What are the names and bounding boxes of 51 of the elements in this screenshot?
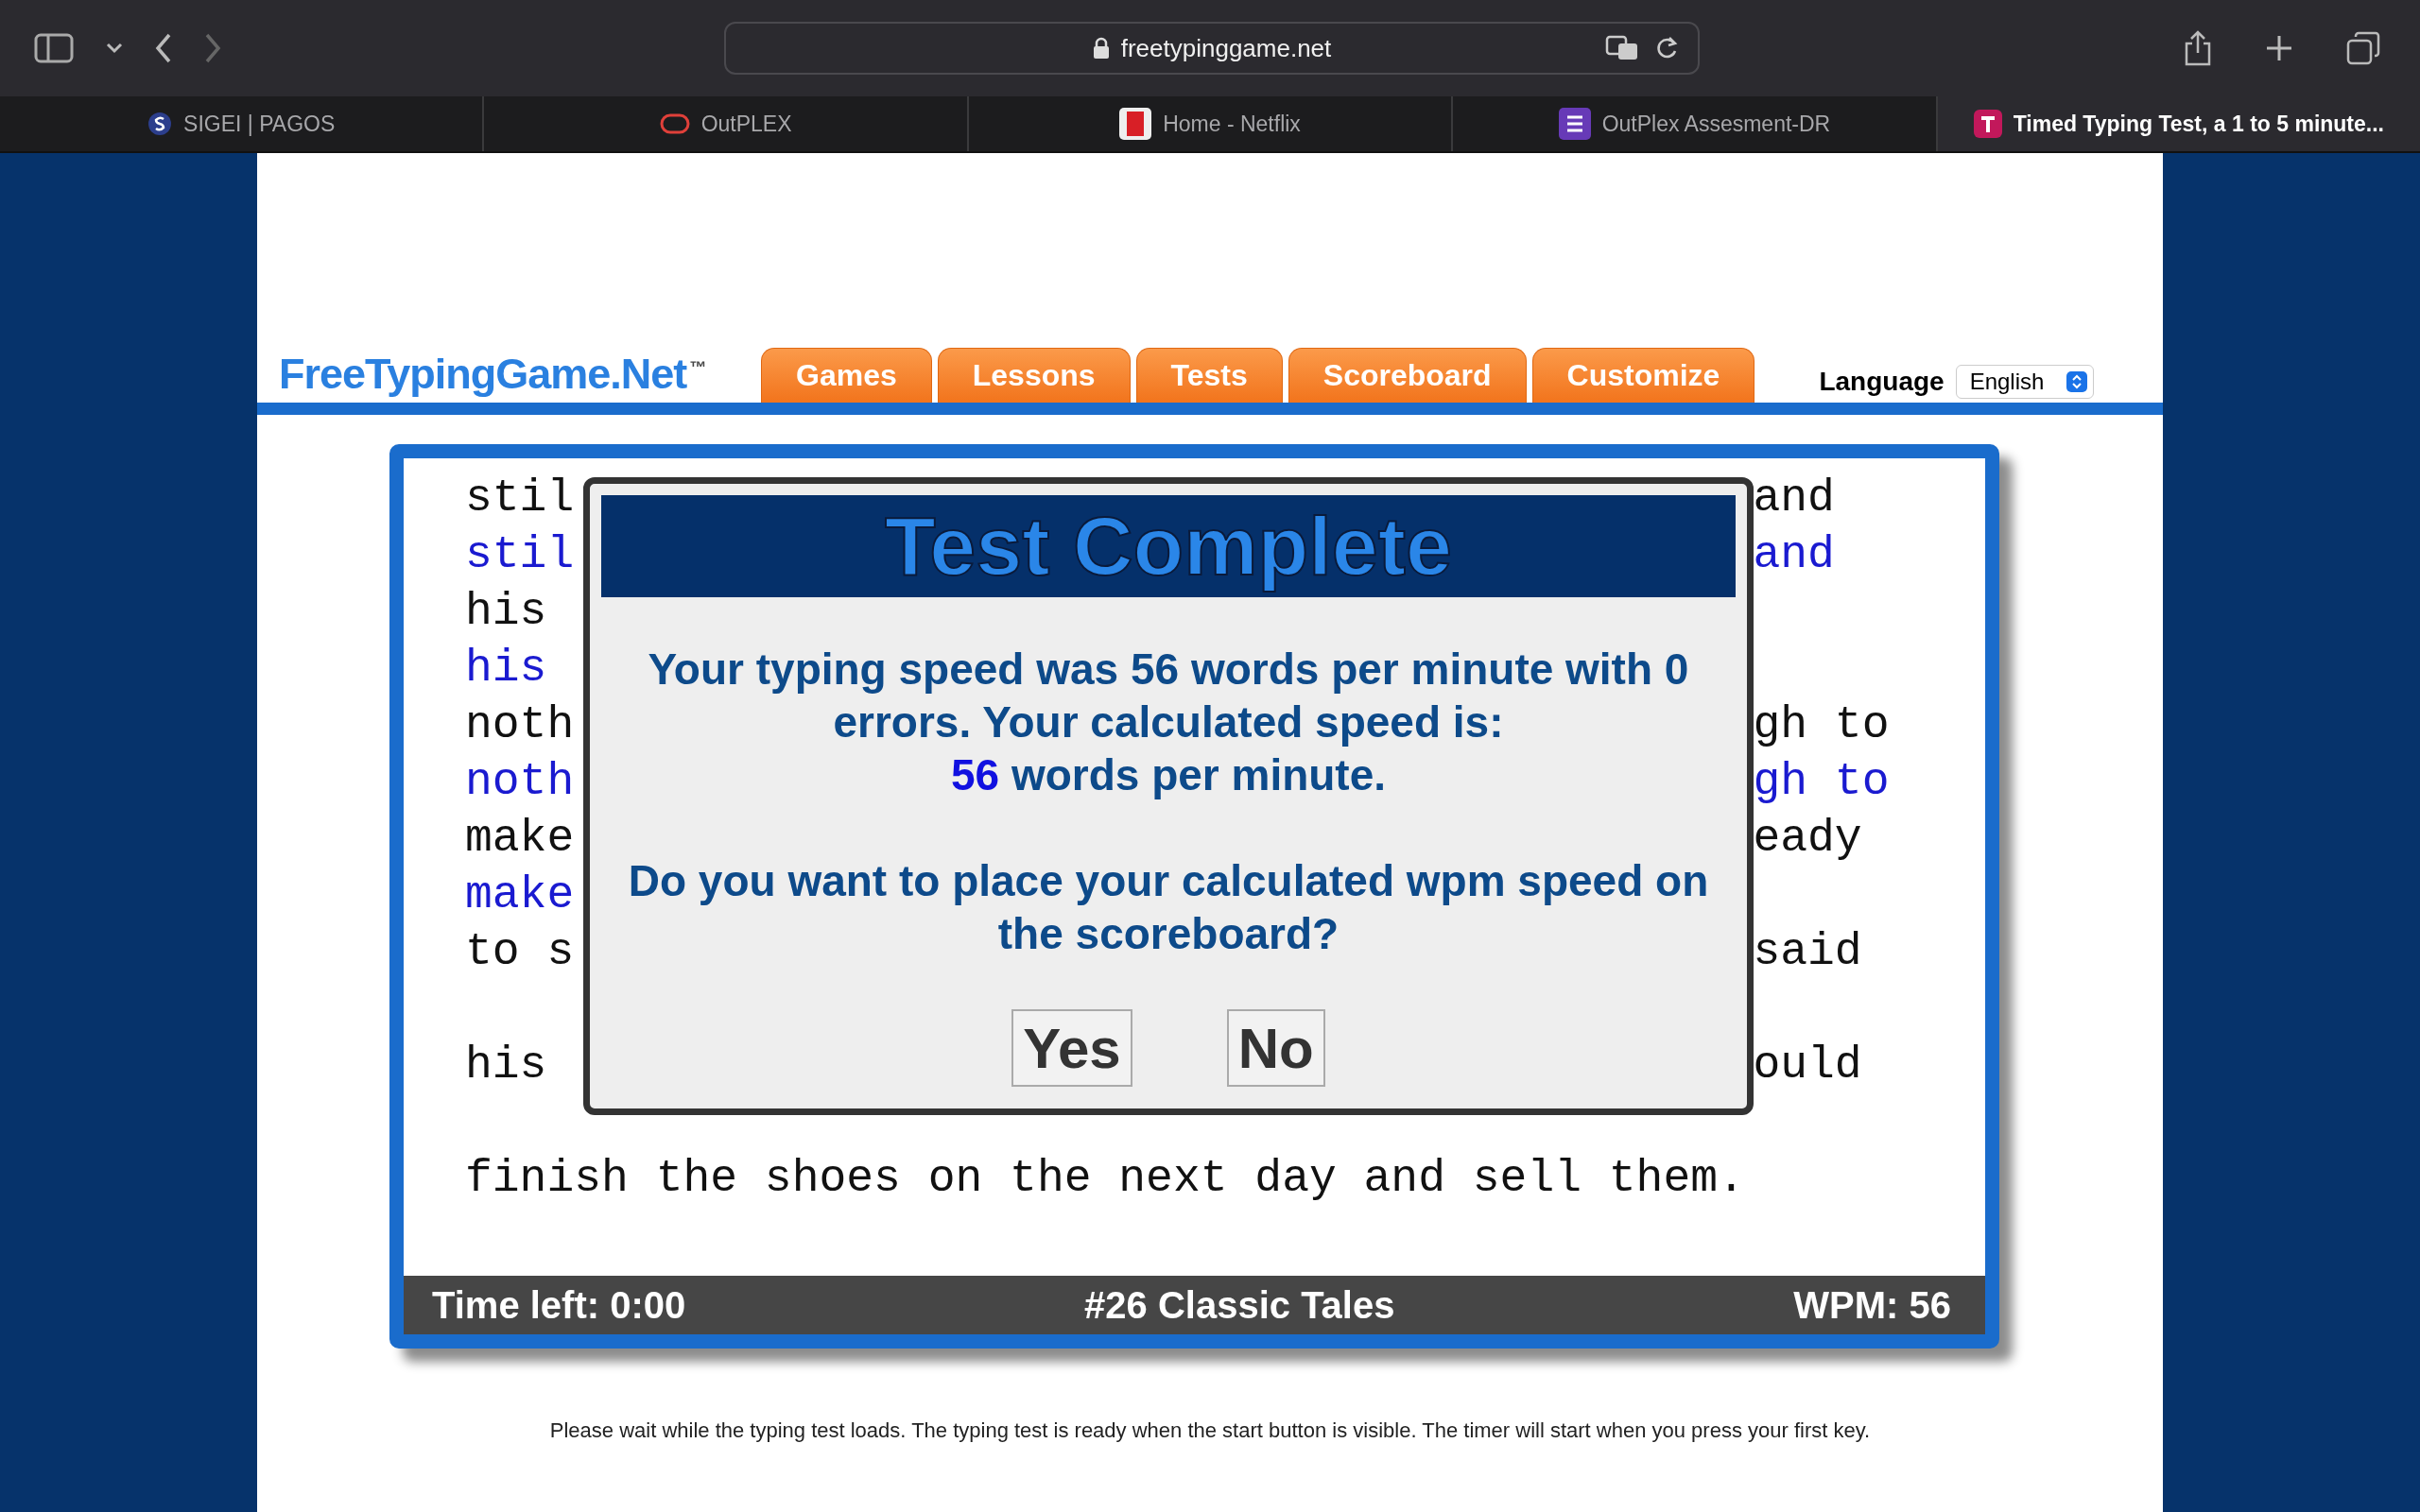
source-text: stil [465, 472, 575, 525]
browser-tab[interactable]: OutPlex Assesment-DR [1453, 96, 1938, 151]
loading-note: Please wait while the typing test loads. The typing test is ready when the start button is visible. The timer will start when you press your first key. [548, 1418, 1872, 1443]
calculated-speed: 56 words per minute. [949, 749, 1388, 801]
favicon-icon [1119, 108, 1152, 140]
time-left: Time left: 0:00 [432, 1283, 686, 1327]
tabs-overview-icon[interactable] [2346, 31, 2380, 65]
favicon-icon [147, 112, 173, 136]
source-text: finish the shoes on the next day and sell them. [465, 1152, 1745, 1206]
browser-tab[interactable]: SIGEI | PAGOS [0, 96, 485, 151]
source-text: his [465, 1039, 547, 1092]
source-text: eady [1753, 812, 1862, 866]
address-bar[interactable]: freetypinggame.net [724, 22, 1700, 75]
language-select[interactable]: English [1955, 365, 2095, 399]
result-message: Your typing speed was 56 words per minute with 0 errors. Your calculated speed is: [647, 644, 1690, 748]
wpm-reading: WPM: 56 [1793, 1283, 1951, 1327]
scoreboard-question: Do you want to place your calculated wpm speed on the scoreboard? [627, 855, 1710, 960]
share-icon[interactable] [2184, 30, 2212, 66]
no-button[interactable]: No [1226, 1009, 1325, 1087]
typed-text: make [465, 868, 575, 922]
browser-tab[interactable]: Home - Netflix [968, 96, 1454, 151]
source-text: to s [465, 925, 575, 979]
forward-icon[interactable] [204, 33, 221, 63]
source-text: make [465, 812, 575, 866]
updown-icon [2066, 371, 2088, 392]
site-logo[interactable]: FreeTypingGame.Net$^{™}$ [279, 350, 761, 399]
favicon-icon [659, 113, 690, 134]
chevron-down-icon[interactable] [106, 43, 123, 54]
dialog-title: Test Complete [884, 498, 1453, 595]
favicon-icon [1558, 108, 1591, 140]
source-text: noth [465, 698, 575, 752]
back-icon[interactable] [155, 33, 172, 63]
typed-text: gh to [1753, 755, 1890, 809]
language-label: Language [1819, 367, 1945, 397]
typed-text: stil [465, 528, 575, 582]
yes-button[interactable]: Yes [1011, 1009, 1132, 1087]
source-text: his [465, 585, 547, 639]
test-name: #26 Classic Tales [1084, 1283, 1395, 1327]
typed-text: his [465, 642, 547, 696]
source-text: ould [1753, 1039, 1862, 1092]
browser-tab[interactable]: Timed Typing Test, a 1 to 5 minute... [1937, 96, 2420, 151]
typed-text: and [1753, 528, 1835, 582]
browser-tab[interactable]: OutPLEX [484, 96, 969, 151]
source-text: and [1753, 472, 1835, 525]
new-tab-icon[interactable] [2265, 34, 2293, 62]
favicon-icon [1973, 110, 2002, 138]
typed-text: noth [465, 755, 575, 809]
source-text: said [1753, 925, 1862, 979]
sidebar-icon[interactable] [34, 33, 74, 63]
source-text: gh to [1753, 698, 1890, 752]
lock-icon [1092, 37, 1110, 60]
